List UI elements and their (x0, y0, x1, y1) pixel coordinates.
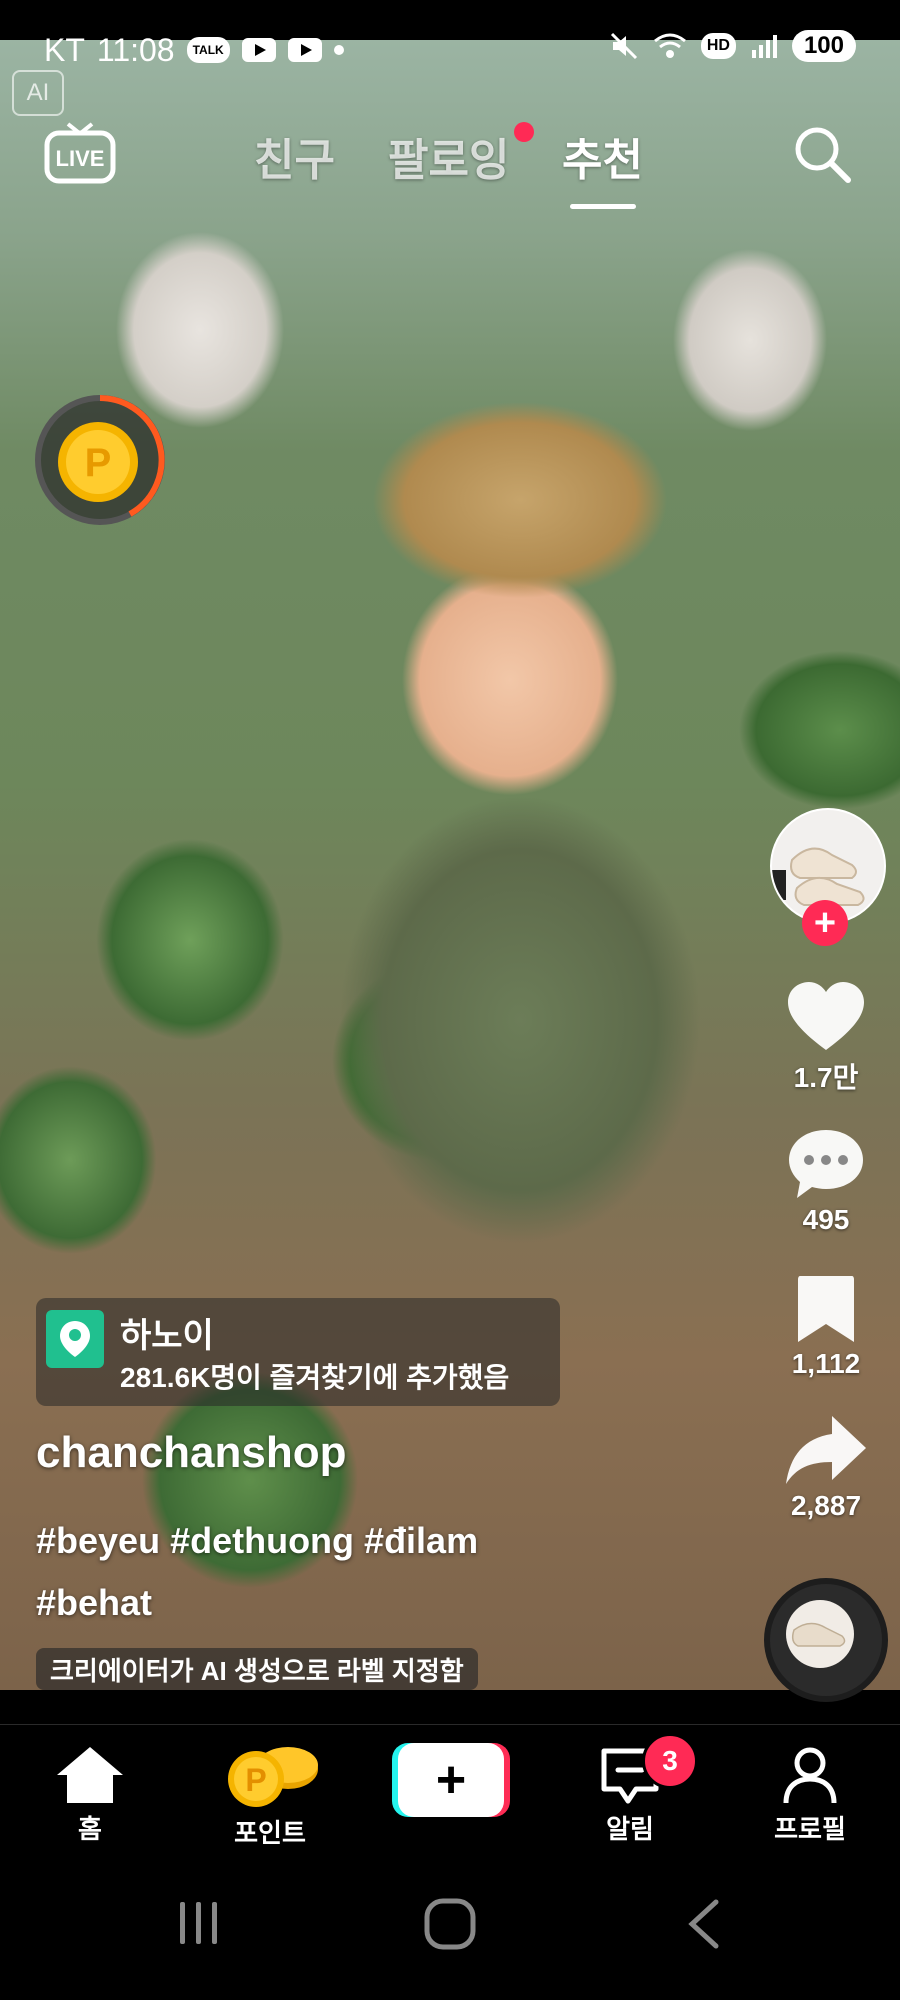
search-icon[interactable] (792, 124, 852, 184)
live-label: LIVE (56, 146, 105, 171)
profile-person-icon (783, 1747, 837, 1804)
youtube-icon (241, 38, 276, 62)
location-pin-icon (46, 1310, 104, 1368)
coin-timer-icon: P (35, 395, 165, 525)
creator-username[interactable]: chanchanshop (36, 1428, 347, 1478)
music-disc[interactable] (764, 1578, 888, 1702)
tab-friends[interactable]: 친구 (254, 124, 335, 188)
bookmark-button[interactable]: 1,112 (770, 1272, 882, 1380)
active-tab-indicator (570, 204, 636, 209)
share-button[interactable]: 2,887 (770, 1412, 882, 1522)
location-card[interactable]: 하노이 281.6K명이 즐겨찾기에 추가했음 (36, 1298, 560, 1406)
youtube-icon (287, 38, 322, 62)
svg-text:P: P (85, 441, 112, 485)
nav-profile[interactable]: 프로필 (740, 1745, 880, 1846)
like-button[interactable]: 1.7만 (770, 980, 882, 1096)
reward-coin-button[interactable]: P (30, 390, 170, 530)
hd-voice-icon: HD (700, 33, 736, 59)
tab-recommended[interactable]: 추천 (562, 124, 643, 188)
time-label: 11:08 (96, 32, 175, 68)
more-notifications-icon (333, 45, 344, 55)
like-count: 1.7만 (793, 1062, 859, 1093)
create-plus-icon: + (392, 1743, 510, 1817)
mute-icon (610, 32, 637, 60)
wifi-icon (653, 33, 686, 58)
nav-inbox-label: 알림 (606, 1814, 654, 1844)
comment-button[interactable]: 495 (770, 1126, 882, 1236)
carrier-label: KT (44, 32, 85, 68)
tab-following[interactable]: 팔로잉 (388, 124, 509, 188)
inbox-badge: 3 (642, 1733, 698, 1789)
heart-icon (788, 982, 864, 1050)
location-subtitle: 281.6K명이 즐겨찾기에 추가했음 (120, 1362, 510, 1393)
share-count: 2,887 (790, 1490, 862, 1521)
status-bar: KT 11:08 TALK HD 100 (0, 0, 900, 68)
nav-home[interactable]: 홈 (20, 1745, 160, 1846)
live-button[interactable]: LIVE (44, 120, 116, 186)
create-plus-symbol: + (436, 1751, 466, 1809)
top-nav: LIVE 친구 팔로잉 추천 (0, 120, 900, 220)
svg-text:P: P (245, 1762, 266, 1798)
live-tv-icon: LIVE (44, 122, 116, 184)
nav-home-label: 홈 (78, 1814, 102, 1844)
home-system-icon[interactable] (424, 1898, 476, 1950)
nav-points-label: 포인트 (234, 1818, 306, 1848)
caption-line[interactable]: #beyeu #dethuong #đilam (36, 1510, 596, 1572)
location-title: 하노이 (120, 1317, 214, 1355)
back-icon[interactable] (684, 1898, 724, 1950)
ai-watermark: AI (12, 70, 64, 116)
caption-line[interactable]: #behat (36, 1572, 596, 1634)
follow-button[interactable]: + (802, 900, 848, 946)
video-caption: #beyeu #dethuong #đilam #behat (36, 1510, 596, 1634)
bookmark-count: 1,112 (791, 1348, 861, 1379)
system-nav-bar (0, 1854, 900, 2000)
following-new-dot (514, 122, 534, 142)
comment-count: 495 (802, 1204, 850, 1235)
bottom-nav: 홈 P 포인트 + 알림 3 프로필 (0, 1724, 900, 1855)
kakaotalk-icon: TALK (186, 37, 230, 63)
nav-points[interactable]: P 포인트 (200, 1745, 340, 1850)
points-coins-icon: P (228, 1747, 318, 1807)
signal-icon (751, 35, 777, 58)
battery-level: 100 (791, 30, 856, 62)
music-disc-icon (786, 1600, 854, 1668)
share-arrow-icon (786, 1416, 866, 1484)
comment-icon (789, 1130, 863, 1198)
home-icon (57, 1747, 123, 1803)
create-button[interactable]: + (392, 1743, 510, 1817)
recent-apps-icon[interactable] (174, 1898, 224, 1948)
nav-profile-label: 프로필 (774, 1814, 846, 1844)
ai-generated-label[interactable]: 크리에이터가 AI 생성으로 라벨 지정함 (36, 1648, 478, 1690)
bookmark-icon (798, 1276, 854, 1342)
